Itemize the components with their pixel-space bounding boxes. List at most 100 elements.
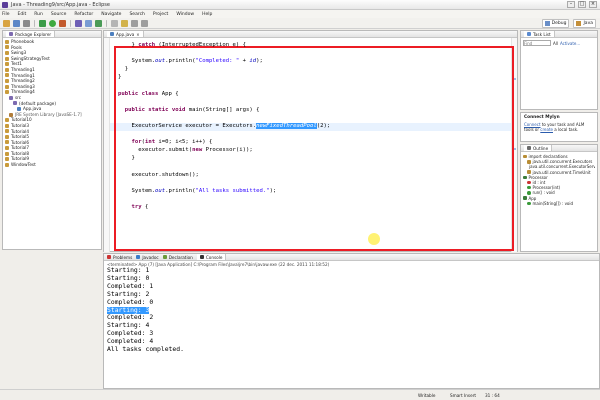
- search-icon[interactable]: [121, 19, 128, 27]
- new-package-icon[interactable]: [85, 19, 92, 27]
- code-line: }: [118, 74, 121, 80]
- task-list-icon: [527, 32, 531, 36]
- console-line: Completed: 1: [107, 282, 599, 291]
- back-icon[interactable]: [131, 19, 138, 27]
- menu-refactor[interactable]: Refactor: [74, 12, 93, 17]
- code-line: executor.shutdown();: [131, 172, 198, 178]
- package-tree-item-label: WindowTest: [11, 162, 36, 168]
- code-token: executor.shutdown();: [131, 171, 199, 178]
- tab-task-list[interactable]: Task List: [524, 31, 555, 37]
- problems-icon: [107, 255, 111, 259]
- menu-bar: File Edit Run Source Refactor Navigate S…: [0, 10, 600, 18]
- activate-link[interactable]: Activate...: [560, 41, 580, 46]
- package-tree-item[interactable]: WindowTest: [5, 162, 99, 168]
- menu-navigate[interactable]: Navigate: [101, 12, 121, 17]
- selected-token: newFixedThreadPool: [256, 123, 317, 129]
- code-token: int: [144, 139, 156, 146]
- console-line: Starting: 0: [107, 274, 599, 283]
- debug-icon[interactable]: [39, 19, 46, 27]
- close-button[interactable]: ×: [589, 1, 597, 8]
- open-type-icon[interactable]: [111, 19, 118, 27]
- field-icon: [527, 180, 531, 185]
- code-token: public static void: [124, 106, 186, 113]
- java-perspective-button[interactable]: Java: [573, 19, 596, 28]
- project-icon: [5, 151, 9, 156]
- external-tools-icon[interactable]: [59, 19, 66, 27]
- editor-panel: App.java × } catch (InterruptedException …: [103, 30, 518, 252]
- code-token: );: [256, 58, 263, 65]
- declaration-icon: [162, 255, 167, 259]
- outline-tree: import declarations java.util.concurrent.…: [521, 152, 597, 208]
- bug-icon: [544, 21, 550, 26]
- all-filter[interactable]: All: [553, 41, 558, 46]
- new-java-project-icon[interactable]: [75, 19, 82, 27]
- menu-window[interactable]: Window: [176, 12, 194, 17]
- console-line-text: Completed: 3: [107, 329, 154, 338]
- code-editor[interactable]: } catch (InterruptedException e) { System…: [104, 38, 517, 252]
- mylyn-create-link[interactable]: create: [540, 127, 553, 132]
- method-icon: [527, 191, 531, 195]
- console-line: Starting: 2: [107, 289, 599, 299]
- minimize-button[interactable]: –: [567, 1, 575, 8]
- menu-search[interactable]: Search: [129, 12, 144, 17]
- menu-run[interactable]: Run: [34, 12, 43, 17]
- tab-javadoc[interactable]: Javadoc: [136, 255, 159, 260]
- code-token: System.: [131, 58, 156, 65]
- project-icon: [5, 129, 9, 134]
- print-icon[interactable]: [23, 19, 30, 27]
- console-icon: [199, 255, 204, 259]
- task-list-panel: Task List All Activate...: [520, 30, 598, 110]
- tab-app-java[interactable]: App.java ×: [107, 31, 144, 37]
- close-tab-icon[interactable]: ×: [136, 32, 139, 37]
- task-find-input[interactable]: [523, 40, 551, 46]
- project-icon: [5, 123, 9, 128]
- package-explorer-panel: Package Explorer Phonebook Pools Swing3 Swi…: [2, 30, 102, 250]
- code-line: public static void main(String[] args) {: [125, 107, 260, 113]
- project-icon: [5, 118, 9, 123]
- menu-help[interactable]: Help: [202, 12, 212, 17]
- code-token: );: [269, 187, 277, 194]
- package-explorer-tab-bar: Package Explorer: [3, 31, 101, 38]
- debug-perspective-button[interactable]: Debug: [541, 19, 570, 28]
- code-line: } catch (InterruptedException e) {: [131, 42, 246, 48]
- task-list-tab-bar: Task List: [521, 31, 597, 38]
- mylyn-panel: Connect Mylyn Connect to your task and A…: [520, 112, 598, 142]
- code-line: ExecutorService executor = Executors.new…: [131, 123, 330, 129]
- tab-declaration[interactable]: Declaration: [162, 255, 193, 260]
- code-token: }: [124, 66, 129, 73]
- menu-file[interactable]: File: [2, 12, 10, 17]
- project-icon: [5, 39, 9, 44]
- menu-project[interactable]: Project: [153, 12, 168, 17]
- menu-source[interactable]: Source: [51, 12, 66, 17]
- code-token: System.: [131, 187, 156, 194]
- tab-problems[interactable]: Problems: [107, 255, 132, 260]
- tab-console[interactable]: Console: [196, 254, 227, 260]
- code-token: .println(: [165, 187, 196, 194]
- run-icon[interactable]: [49, 19, 56, 27]
- console-line: Starting: 3: [107, 306, 599, 315]
- perspective-switcher: Debug Java: [541, 19, 596, 28]
- left-ruler: [104, 38, 110, 252]
- mouse-cursor-highlight: [368, 233, 380, 245]
- console-line: Completed: 0: [107, 298, 599, 307]
- new-class-icon[interactable]: [95, 19, 102, 27]
- project-icon: [5, 62, 9, 67]
- code-line: executor.submit(new Processor(i));: [138, 147, 253, 153]
- code-line: }: [125, 66, 128, 72]
- console-line-text: Starting: 1: [107, 266, 150, 274]
- forward-icon[interactable]: [141, 19, 148, 27]
- tab-outline[interactable]: Outline: [524, 145, 553, 151]
- menu-edit[interactable]: Edit: [18, 12, 27, 17]
- outline-panel: Outline import declarations java.util.con…: [520, 144, 598, 252]
- package-icon: [13, 101, 17, 106]
- code-token: out: [155, 58, 166, 65]
- title-bar: Java - Threading9/src/App.java - Eclipse…: [0, 0, 600, 10]
- console-line-text: Starting: 2: [107, 289, 150, 298]
- project-icon: [5, 50, 9, 55]
- maximize-button[interactable]: □: [578, 1, 586, 8]
- outline-item[interactable]: main(String[]) : void: [523, 201, 595, 206]
- console-output[interactable]: Starting: 1 Starting: 0 Completed: 1 Starti…: [104, 266, 599, 354]
- tab-package-explorer[interactable]: Package Explorer: [6, 31, 56, 37]
- save-icon[interactable]: [13, 19, 20, 27]
- new-icon[interactable]: [3, 19, 10, 27]
